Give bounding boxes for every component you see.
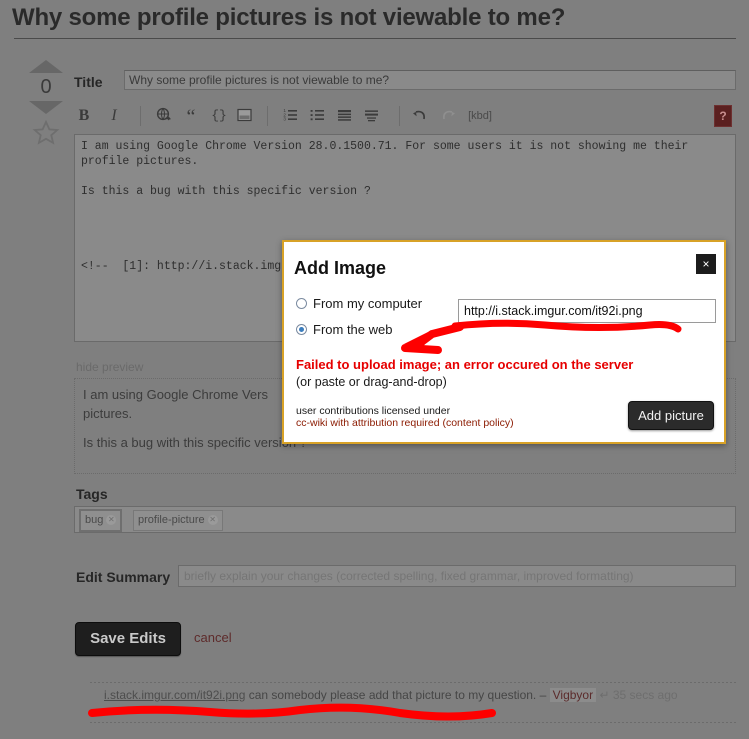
- upvote-icon[interactable]: [29, 60, 63, 73]
- bullet-list-icon[interactable]: [307, 104, 327, 128]
- comment-divider-bottom: [90, 722, 736, 723]
- tag-bug[interactable]: bug ✕: [79, 509, 123, 532]
- comment-timestamp: 35 secs ago: [612, 688, 678, 702]
- title-label: Title: [74, 74, 103, 90]
- blockquote-button[interactable]: “: [181, 104, 201, 128]
- radio-icon[interactable]: [296, 298, 307, 309]
- vote-count: 0: [40, 76, 52, 98]
- editor-help-button[interactable]: ?: [714, 105, 732, 127]
- vote-column: 0: [24, 60, 68, 146]
- tags-input[interactable]: bug ✕ profile-picture ✕: [74, 506, 736, 533]
- redo-arrow-icon[interactable]: [438, 104, 458, 128]
- editor-line-1: I am using Google Chrome Version 28.0.15…: [81, 140, 689, 153]
- title-divider: [14, 38, 736, 39]
- title-input[interactable]: [124, 70, 736, 90]
- editor-blank-1: [81, 169, 729, 184]
- editor-line-3: Is this a bug with this specific version…: [81, 185, 371, 198]
- code-button[interactable]: {}: [207, 104, 231, 128]
- star-outline-icon[interactable]: [24, 119, 68, 146]
- comment-dash: –: [539, 688, 547, 702]
- edit-summary-label: Edit Summary: [76, 569, 171, 585]
- editor-toolbar: B I “ {} 123 [kbd]: [74, 104, 736, 130]
- license-line-2[interactable]: cc-wiki with attribution required (conte…: [296, 417, 514, 429]
- page-title: Why some profile pictures is not viewabl…: [12, 4, 566, 31]
- insert-image-icon[interactable]: [234, 104, 254, 128]
- preview-text-1b: pictures.: [83, 406, 133, 421]
- editor-blank-3: [81, 214, 729, 229]
- save-edits-button[interactable]: Save Edits: [75, 622, 181, 656]
- bold-button[interactable]: B: [74, 104, 94, 128]
- editor-line-2: profile pictures.: [81, 155, 199, 168]
- horizontal-rule-icon[interactable]: [361, 104, 381, 128]
- reply-arrow-icon[interactable]: ↵: [599, 688, 609, 702]
- upload-error-message: Failed to upload image; an error occured…: [296, 357, 634, 372]
- edit-summary-input[interactable]: [178, 565, 736, 587]
- editor-line-4: <!-- [1]: http://i.stack.img: [81, 260, 282, 273]
- tag-label: profile-picture: [138, 514, 205, 526]
- radio-from-the-web[interactable]: From the web: [296, 322, 392, 337]
- radio-label: From my computer: [313, 296, 423, 311]
- add-picture-button[interactable]: Add picture: [628, 401, 714, 430]
- hide-preview-toggle[interactable]: hide preview: [76, 360, 143, 374]
- comment-divider-top: [90, 682, 736, 683]
- tags-label: Tags: [76, 486, 108, 502]
- radio-from-my-computer[interactable]: From my computer: [296, 296, 422, 311]
- kbd-button[interactable]: [kbd]: [460, 104, 500, 128]
- image-url-input[interactable]: [458, 299, 716, 323]
- italic-button[interactable]: I: [104, 104, 124, 128]
- numbered-list-icon[interactable]: 123: [280, 104, 300, 128]
- remove-tag-icon[interactable]: ✕: [106, 515, 117, 526]
- hyperlink-globe-icon[interactable]: [154, 104, 174, 128]
- comment-link[interactable]: i.stack.imgur.com/it92i.png: [104, 688, 245, 702]
- comment-row: i.stack.imgur.com/it92i.png can somebody…: [104, 686, 736, 705]
- heading-icon[interactable]: [334, 104, 354, 128]
- toolbar-separator-2: [267, 106, 268, 126]
- upload-hint: (or paste or drag-and-drop): [296, 375, 447, 389]
- license-line-1: user contributions licensed under: [296, 405, 451, 417]
- cancel-link[interactable]: cancel: [194, 630, 232, 645]
- dialog-title: Add Image: [294, 258, 387, 278]
- remove-tag-icon[interactable]: ✕: [207, 515, 218, 526]
- radio-icon-selected[interactable]: [296, 324, 307, 335]
- preview-text-1a: I am using Google Chrome Vers: [83, 387, 268, 402]
- editor-blank-2: [81, 199, 729, 214]
- add-image-dialog: Add Image × From my computer From the we…: [282, 240, 726, 444]
- svg-text:3: 3: [283, 117, 286, 122]
- toolbar-separator-1: [140, 106, 141, 126]
- undo-arrow-icon[interactable]: [410, 104, 430, 128]
- tag-profile-picture[interactable]: profile-picture ✕: [133, 510, 223, 531]
- annotation-comment-underline: [88, 703, 496, 721]
- comment-text: can somebody please add that picture to …: [245, 688, 540, 702]
- toolbar-separator-3: [399, 106, 400, 126]
- comment-author[interactable]: Vigbyor: [549, 688, 597, 702]
- close-icon[interactable]: ×: [696, 254, 716, 274]
- radio-label: From the web: [313, 322, 393, 337]
- tag-label: bug: [85, 514, 104, 526]
- downvote-icon[interactable]: [29, 101, 63, 114]
